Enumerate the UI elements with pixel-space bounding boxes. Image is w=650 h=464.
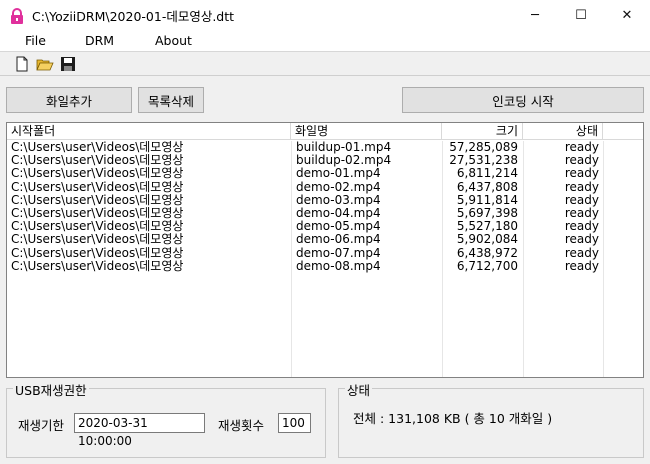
cell-folder: C:\Users\user\Videos\데모영상 — [11, 180, 184, 194]
cell-status: ready — [564, 167, 599, 181]
cell-filename: demo-07.mp4 — [296, 246, 381, 260]
cell-filename: demo-04.mp4 — [296, 206, 381, 220]
table-row[interactable]: C:\Users\user\Videos\데모영상 buildup-01.mp4 5… — [7, 141, 643, 154]
window-title: C:\YoziiDRM\2020-01-데모영상.dtt — [32, 9, 235, 24]
cell-status: ready — [564, 220, 599, 234]
usb-rights-title: USB재생권한 — [13, 380, 89, 399]
cell-size: 6,712,700 — [456, 259, 518, 273]
cell-size: 57,285,089 — [449, 141, 518, 154]
save-icon[interactable] — [59, 55, 77, 73]
clear-list-button[interactable]: 목록삭제 — [138, 87, 204, 113]
cell-filename: buildup-01.mp4 — [296, 141, 392, 154]
table-row[interactable]: C:\Users\user\Videos\데모영상 demo-03.mp4 5,91… — [7, 194, 643, 207]
cell-size: 5,911,814 — [456, 193, 518, 207]
menu-file[interactable]: File — [25, 33, 46, 48]
cell-folder: C:\Users\user\Videos\데모영상 — [11, 220, 184, 234]
cell-folder: C:\Users\user\Videos\데모영상 — [11, 259, 184, 273]
cell-filename: demo-02.mp4 — [296, 180, 381, 194]
usb-rights-group: USB재생권한 재생기한 2020-03-31 10:00:00 재생횟수 10… — [6, 380, 326, 458]
table-row[interactable]: C:\Users\user\Videos\데모영상 buildup-02.mp4 2… — [7, 154, 643, 167]
maximize-button[interactable]: ☐ — [558, 0, 604, 31]
cell-filename: buildup-02.mp4 — [296, 154, 392, 168]
close-button[interactable]: ✕ — [604, 0, 650, 31]
cell-status: ready — [564, 206, 599, 220]
new-file-icon[interactable] — [13, 55, 31, 73]
cell-status: ready — [564, 246, 599, 260]
cell-status: ready — [564, 193, 599, 207]
cell-folder: C:\Users\user\Videos\데모영상 — [11, 167, 184, 181]
list-header: 시작폴더 화일명 크기 상태 — [7, 123, 643, 140]
cell-status: ready — [564, 154, 599, 168]
open-folder-icon[interactable] — [36, 55, 54, 73]
cell-size: 5,902,084 — [456, 233, 518, 247]
expiry-input[interactable]: 2020-03-31 10:00:00 — [74, 413, 205, 448]
cell-size: 5,697,398 — [456, 206, 518, 220]
window-controls: ─ ☐ ✕ — [512, 0, 650, 31]
play-count-label: 재생횟수 — [218, 418, 265, 433]
table-row[interactable]: C:\Users\user\Videos\데모영상 demo-07.mp4 6,43… — [7, 247, 643, 260]
menu-about[interactable]: About — [155, 33, 192, 48]
title-bar: C:\YoziiDRM\2020-01-데모영상.dtt ─ ☐ ✕ — [0, 0, 650, 31]
cell-status: ready — [564, 259, 599, 273]
cell-size: 27,531,238 — [449, 154, 518, 168]
table-row[interactable]: C:\Users\user\Videos\데모영상 demo-02.mp4 6,43… — [7, 181, 643, 194]
cell-size: 6,811,214 — [456, 167, 518, 181]
menu-drm[interactable]: DRM — [85, 33, 114, 48]
minimize-button[interactable]: ─ — [512, 0, 558, 31]
cell-folder: C:\Users\user\Videos\데모영상 — [11, 206, 184, 220]
cell-size: 6,438,972 — [456, 246, 518, 260]
cell-size: 5,527,180 — [456, 220, 518, 234]
cell-folder: C:\Users\user\Videos\데모영상 — [11, 141, 184, 154]
add-files-button[interactable]: 화일추가 — [6, 87, 132, 113]
cell-filename: demo-03.mp4 — [296, 193, 381, 207]
column-header-status[interactable]: 상태 — [523, 123, 603, 140]
cell-folder: C:\Users\user\Videos\데모영상 — [11, 233, 184, 247]
cell-folder: C:\Users\user\Videos\데모영상 — [11, 154, 184, 168]
status-group: 상태 전체 : 131,108 KB ( 총 10 개화일 ) — [338, 380, 644, 458]
lock-icon — [9, 7, 25, 24]
cell-filename: demo-08.mp4 — [296, 259, 381, 273]
column-header-filler — [603, 123, 643, 140]
cell-status: ready — [564, 233, 599, 247]
column-header-size[interactable]: 크기 — [442, 123, 523, 140]
cell-filename: demo-06.mp4 — [296, 233, 381, 247]
cell-size: 6,437,808 — [456, 180, 518, 194]
file-list[interactable]: 시작폴더 화일명 크기 상태 C:\Users\user\Videos\데모영상… — [6, 122, 644, 378]
table-row[interactable]: C:\Users\user\Videos\데모영상 demo-04.mp4 5,69… — [7, 207, 643, 220]
cell-status: ready — [564, 180, 599, 194]
menu-bar: File DRM About — [0, 31, 650, 52]
table-row[interactable]: C:\Users\user\Videos\데모영상 demo-01.mp4 6,81… — [7, 167, 643, 180]
column-header-folder[interactable]: 시작폴더 — [7, 123, 291, 140]
status-summary: 전체 : 131,108 KB ( 총 10 개화일 ) — [353, 411, 553, 426]
cell-folder: C:\Users\user\Videos\데모영상 — [11, 246, 184, 260]
play-count-input[interactable]: 100 — [278, 413, 311, 433]
toolbar — [0, 52, 650, 76]
cell-filename: demo-01.mp4 — [296, 167, 381, 181]
column-header-filename[interactable]: 화일명 — [291, 123, 442, 140]
table-row[interactable]: C:\Users\user\Videos\데모영상 demo-06.mp4 5,90… — [7, 233, 643, 246]
table-row[interactable]: C:\Users\user\Videos\데모영상 demo-08.mp4 6,71… — [7, 260, 643, 273]
expiry-label: 재생기한 — [18, 418, 65, 433]
cell-folder: C:\Users\user\Videos\데모영상 — [11, 193, 184, 207]
cell-filename: demo-05.mp4 — [296, 220, 381, 234]
start-encoding-button[interactable]: 인코딩 시작 — [402, 87, 644, 113]
cell-status: ready — [564, 141, 599, 154]
list-rows: C:\Users\user\Videos\데모영상 buildup-01.mp4 5… — [7, 141, 643, 273]
status-title: 상태 — [345, 380, 373, 399]
table-row[interactable]: C:\Users\user\Videos\데모영상 demo-05.mp4 5,52… — [7, 220, 643, 233]
